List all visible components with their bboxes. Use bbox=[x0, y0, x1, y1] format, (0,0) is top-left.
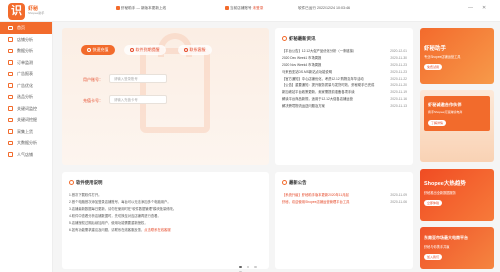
guide-title: 软件使用说明 bbox=[69, 180, 262, 186]
order-icon bbox=[8, 60, 13, 65]
sidebar-item-order-monitor[interactable]: 订单监测 bbox=[0, 57, 52, 69]
sidebar-item-ad-report[interactable]: 广告报表 bbox=[0, 68, 52, 80]
account-input[interactable]: 请输入登录账号 bbox=[109, 74, 167, 83]
notice-item[interactable]: 【系统升级】虾秘助手版本更新2020年11月起 2020-11-09 bbox=[282, 192, 407, 199]
banner-partners[interactable]: 虾秘诚邀合作伙伴 携手Shopee打造跨境电商 了解详情 bbox=[420, 90, 494, 162]
pager-dot[interactable] bbox=[246, 265, 249, 268]
pager-dot[interactable] bbox=[239, 265, 242, 268]
fire-icon bbox=[8, 152, 13, 157]
sidebar-item-shop-analysis[interactable]: 店铺分析 bbox=[0, 34, 52, 46]
sidebar-item-collect[interactable]: 采集上货 bbox=[0, 126, 52, 138]
shop-icon bbox=[8, 37, 13, 42]
sidebar-item-home[interactable]: 首页 bbox=[0, 22, 52, 34]
optimize-icon bbox=[8, 83, 13, 88]
sidebar-item-ad-optimize[interactable]: 广告优化 bbox=[0, 80, 52, 92]
news-item[interactable]: 【官方通知】中心店铺优化，考虑12.12 购物嘉年华活动 2020-11-22 bbox=[282, 76, 407, 83]
app-subtitle: Shopee助手 bbox=[28, 11, 45, 15]
topbar-shop[interactable]: 当前店铺账号 未登录 bbox=[225, 6, 263, 11]
top-bar: 识 虾秘 Shopee助手 虾秘助手 — 新版本更新上线 当前店铺账号 未登录 … bbox=[0, 0, 500, 22]
service-icon bbox=[184, 47, 188, 52]
keyword-icon bbox=[8, 106, 13, 111]
pager-dot[interactable] bbox=[254, 265, 257, 268]
upload-icon bbox=[8, 129, 13, 134]
guide-line: 3.店铺最新数据每日更新，请勿在使用时在“软件数据管理”模块批量修改。 bbox=[69, 206, 177, 211]
home-icon bbox=[8, 25, 13, 30]
guide-line: 1.首次下载软件打开。 bbox=[69, 193, 102, 197]
sidebar: 首页 店铺分析 数据分析 订单监测 广告报表 广告优化 选品分析 关键词监控 关… bbox=[0, 22, 53, 272]
bell-icon bbox=[116, 6, 120, 11]
notice-title: 最新公告 bbox=[282, 180, 407, 186]
sidebar-item-product-select[interactable]: 选品分析 bbox=[0, 91, 52, 103]
news-item[interactable]: 2020 Dec Week1 市场周报 2020-11-30 bbox=[282, 55, 407, 62]
tab-quick-recharge[interactable]: 快速充值 bbox=[81, 45, 115, 55]
search-icon bbox=[8, 117, 13, 122]
guide-line: 6.如有功能需求建议及问题，请联系在线客服反馈，点击联系在线客服 bbox=[69, 227, 171, 232]
news-item[interactable]: 【平台公告】12.12大促产品优化分析（一条链接） 2020-12-01 bbox=[282, 48, 407, 55]
app-logo: 识 bbox=[8, 3, 25, 20]
banner-pager bbox=[239, 264, 267, 272]
banner-assistant[interactable]: 虾秘助手 专业Shopee店铺运营工具 免费试用 bbox=[420, 28, 494, 84]
shop-status: 未登录 bbox=[252, 6, 264, 10]
minimize-icon[interactable]: — bbox=[468, 5, 473, 11]
topbar-time: 软件已运行 2022/12/24 10:03:46 bbox=[298, 6, 350, 10]
clock-icon bbox=[130, 47, 134, 52]
report-icon bbox=[8, 71, 13, 76]
shopping-bag-body bbox=[140, 48, 210, 133]
sidebar-item-keyword-mining[interactable]: 关键词挖掘 bbox=[0, 114, 52, 126]
news-item[interactable]: 新加坡站平台政策更新，卖家需提前准备各项手续 2020-11-19 bbox=[282, 89, 407, 96]
close-icon[interactable]: ✕ bbox=[482, 5, 486, 11]
product-icon bbox=[8, 94, 13, 99]
coin-icon bbox=[87, 47, 91, 52]
news-item[interactable]: 解读平台商品新规，适用于12.12大促各店铺运营 2020-11-16 bbox=[282, 96, 407, 103]
news-item[interactable]: 马来西亚站DS.MS新站点功能说明 2020-11-23 bbox=[282, 69, 407, 76]
banner-sea-market[interactable]: 东南亚市场最大电商平台 虾秘与你携手共赢 加入我们 bbox=[420, 227, 494, 269]
topbar-notice[interactable]: 虾秘助手 — 新版本更新上线 bbox=[116, 6, 166, 11]
guide-line: 5.店铺授权过期后续加用户，使用功能需要重新授权， bbox=[69, 220, 148, 225]
card-code-input[interactable]: 请输入充值卡号 bbox=[109, 95, 167, 104]
card-code-label: 充值卡号： bbox=[83, 98, 103, 103]
recharge-card: 快速充值 软件到期提醒 联系客服 用户账号： 请输入登录账号 充值卡号： 请输入… bbox=[62, 28, 269, 165]
main-content: 快速充值 软件到期提醒 联系客服 用户账号： 请输入登录账号 充值卡号： 请输入… bbox=[53, 22, 500, 272]
sidebar-item-popular-shops[interactable]: 人气店铺 bbox=[0, 149, 52, 161]
banner-trends[interactable]: Shopee大热趋势 虾秘推出全新数据服务 立即体验 bbox=[420, 169, 494, 221]
news-item[interactable]: 解决跨境物流运送问题及方案 2020-11-13 bbox=[282, 103, 407, 110]
news-icon bbox=[282, 36, 287, 41]
sidebar-item-data-analysis[interactable]: 数据分析 bbox=[0, 45, 52, 57]
news-card: 虾秘最新资讯 【平台公告】12.12大促产品优化分析（一条链接） 2020-12-… bbox=[275, 28, 413, 165]
chart-icon bbox=[8, 48, 13, 53]
notice-card: 最新公告 【系统升级】虾秘助手版本更新2020年11月起 2020-11-09 虾… bbox=[275, 172, 413, 269]
sidebar-item-keyword-monitor[interactable]: 关键词监控 bbox=[0, 103, 52, 115]
store-icon bbox=[225, 6, 229, 11]
sidebar-item-big-data[interactable]: 大数据分析 bbox=[0, 137, 52, 149]
usage-guide-card: 软件使用说明 1.首次下载软件打开。 2.首个电脑首次添加登录店铺账号，每台可以… bbox=[62, 172, 269, 269]
news-item[interactable]: 【公告】重要通知：提升服务质量与发货时效，虾秘助手已完成 2020-11-20 bbox=[282, 82, 407, 89]
database-icon bbox=[8, 140, 13, 145]
megaphone-icon bbox=[282, 180, 287, 185]
account-label: 用户账号： bbox=[83, 77, 103, 82]
contact-service-link[interactable]: 点击联系在线客服 bbox=[144, 228, 170, 232]
notice-item[interactable]: 虾秘，欢迎使用Shopee店铺运营管理平台工具 2020-11-06 bbox=[282, 199, 407, 206]
news-item[interactable]: 2020 Nov Week4 市场周报 2020-11-23 bbox=[282, 62, 407, 69]
news-title: 虾秘最新资讯 bbox=[282, 36, 407, 42]
runtime-value: 2022/12/24 10:03:46 bbox=[316, 6, 350, 10]
guide-line: 2.首个电脑首次添加登录店铺账号，每台可以无法添加多个电脑用户。 bbox=[69, 199, 171, 204]
info-icon bbox=[69, 180, 74, 185]
guide-line: 4.软件中查看分析店铺数据时，先切换至对应店铺再进行查看。 bbox=[69, 213, 161, 218]
tab-contact-service[interactable]: 联系客服 bbox=[178, 45, 212, 55]
tab-expiry-reminder[interactable]: 软件到期提醒 bbox=[124, 45, 166, 55]
